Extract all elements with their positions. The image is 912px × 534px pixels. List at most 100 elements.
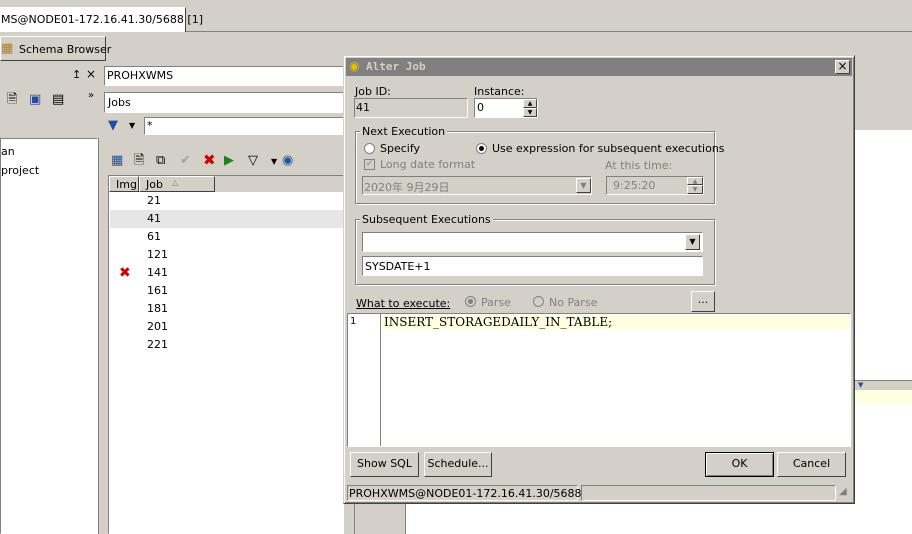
table-row[interactable]: ✖ 141 (110, 264, 344, 282)
job-column-header[interactable]: Job △ (139, 176, 215, 192)
schedule-button[interactable]: Schedule... (424, 452, 492, 477)
job-id-label: Job ID: (355, 85, 391, 98)
bottom-background-white (406, 504, 912, 534)
next-execution-title: Next Execution (360, 125, 448, 138)
save-icon[interactable]: ▣ (29, 93, 41, 107)
schema-select-value: PROHXWMS (107, 69, 174, 82)
job-id-cell: 181 (147, 302, 168, 315)
subsequent-dropdown-button[interactable]: ▼ (685, 234, 700, 250)
left-splitter[interactable] (98, 138, 104, 534)
status-pane-connection: PROHXWMS@NODE01-172.16.41.30/5688 (347, 485, 582, 501)
date-dropdown-button[interactable]: ▼ (576, 178, 591, 193)
long-date-label: Long date format (380, 158, 476, 171)
resize-grip-icon[interactable]: ◢ (839, 486, 847, 497)
filter-input[interactable]: * (144, 117, 344, 135)
dialog-status-bar: PROHXWMS@NODE01-172.16.41.30/5688 ◢ (346, 484, 852, 502)
line-number-gutter: 1 (348, 314, 381, 446)
left-panel-header: ↥ × (0, 65, 100, 85)
code-editor[interactable]: 1 INSERT_STORAGEDAILY_IN_TABLE; (347, 313, 851, 447)
filter-jobs-dropdown-icon[interactable]: ▼ (271, 157, 277, 166)
instance-up-button[interactable]: ▲ (523, 99, 537, 108)
object-type-value: Jobs (108, 96, 131, 109)
more-button[interactable]: ... (691, 291, 715, 312)
expression-input[interactable]: SYSDATE+1 (362, 256, 703, 276)
status-connection-text: PROHXWMS@NODE01-172.16.41.30/5688 (349, 487, 582, 500)
instance-spinner[interactable]: 0 ▲ ▼ (474, 98, 538, 118)
table-row[interactable]: 201 (110, 318, 344, 336)
long-date-checkbox[interactable]: ✓ (364, 159, 375, 170)
specify-label: Specify (380, 142, 421, 155)
more-tools-icon[interactable]: » (88, 90, 94, 101)
copy-icon[interactable]: ⧉ (156, 154, 165, 168)
table-row[interactable]: 221 (110, 336, 344, 354)
at-this-time-label: At this time: (605, 159, 673, 172)
new-job-icon[interactable]: 🗎 (134, 154, 144, 168)
left-toolbar: 🗎 ▣ ▤ » (0, 88, 100, 114)
subsequent-executions-title: Subsequent Executions (360, 213, 493, 226)
what-to-execute-label: What to execute: (356, 297, 451, 310)
check-icon[interactable]: ✔ (180, 154, 191, 168)
schema-browser-tab[interactable]: ▦ Schema Browser (0, 36, 111, 61)
img-column-header[interactable]: Img (109, 176, 139, 192)
cancel-button[interactable]: Cancel (777, 452, 846, 477)
table-row[interactable]: 61 (110, 228, 344, 246)
right-background-header: ▼ (854, 380, 912, 390)
ok-button[interactable]: OK (705, 452, 774, 477)
line-number: 1 (350, 316, 357, 327)
delete-icon[interactable]: ✖ (203, 153, 216, 168)
job-icon: ◉ (349, 59, 360, 73)
schema-select[interactable]: PROHXWMS (104, 66, 344, 86)
connection-tab-label: MS@NODE01-172.16.41.30/5688 [1] (1, 13, 204, 26)
table-row[interactable]: 121 (110, 246, 344, 264)
object-type-select[interactable]: Jobs (104, 92, 344, 113)
date-picker[interactable]: 2020年 9月29日 ▼ (362, 176, 592, 195)
binoculars-icon[interactable]: ◉ (282, 154, 293, 168)
table-row[interactable]: 181 (110, 300, 344, 318)
date-value: 2020年 9月29日 (364, 181, 450, 194)
dialog-title-bar[interactable]: ◉ Alter Job × (346, 58, 852, 76)
subsequent-dropdown[interactable]: ▼ (362, 232, 703, 252)
job-id-cell: 61 (147, 230, 161, 243)
show-sql-button[interactable]: Show SQL (350, 452, 419, 477)
new-icon[interactable]: 🗎 (7, 93, 17, 107)
right-background-panel (854, 130, 912, 380)
job-id-cell: 41 (147, 212, 161, 225)
list-item[interactable]: project (1, 164, 39, 177)
filter-dropdown-icon[interactable]: ▼ (129, 121, 135, 130)
use-expression-radio[interactable] (476, 143, 487, 154)
jobs-grid-header: Img Job △ (109, 176, 344, 192)
run-sql-icon[interactable]: ▶ (224, 154, 234, 168)
connection-tab[interactable]: MS@NODE01-172.16.41.30/5688 [1] (0, 7, 203, 32)
code-line[interactable]: INSERT_STORAGEDAILY_IN_TABLE; (384, 315, 612, 329)
time-down-button[interactable]: ▼ (687, 185, 703, 194)
grid-icon[interactable]: ▦ (111, 154, 123, 168)
collapse-icon[interactable]: ▼ (858, 381, 863, 389)
schema-browser-icon: ▦ (1, 41, 14, 56)
list-item[interactable]: an (1, 145, 15, 158)
filter-value: * (147, 119, 153, 132)
instance-value: 0 (477, 101, 484, 114)
print-icon[interactable]: ▤ (52, 93, 64, 107)
dialog-close-button[interactable]: × (835, 60, 850, 74)
job-id-cell: 221 (147, 338, 168, 351)
parse-radio[interactable] (465, 296, 476, 307)
pin-icon[interactable]: ↥ (72, 68, 81, 81)
specify-radio[interactable] (364, 143, 375, 154)
left-object-list[interactable]: an project (0, 138, 98, 534)
table-row[interactable]: 41 (110, 210, 344, 228)
table-row[interactable]: 161 (110, 282, 344, 300)
filter-jobs-icon[interactable]: ▽ (248, 154, 258, 168)
dialog-title: Alter Job (366, 60, 426, 73)
instance-label: Instance: (474, 85, 525, 98)
no-parse-radio[interactable] (533, 296, 544, 307)
job-id-value: 41 (356, 101, 370, 114)
job-id-cell: 141 (147, 266, 168, 279)
time-up-button[interactable]: ▲ (687, 177, 703, 185)
jobs-toolbar: ▦ 🗎 ⧉ ✔ ✖ ▶ ▽ ▼ ◉ (108, 150, 344, 174)
time-spinner[interactable]: 9:25:20 ▲ ▼ (606, 176, 704, 195)
table-row[interactable]: 21 (110, 192, 344, 210)
filter-icon[interactable]: ▼ (108, 119, 118, 133)
close-panel-icon[interactable]: × (86, 67, 96, 81)
sort-ascending-icon: △ (172, 178, 179, 187)
instance-down-button[interactable]: ▼ (523, 108, 537, 117)
